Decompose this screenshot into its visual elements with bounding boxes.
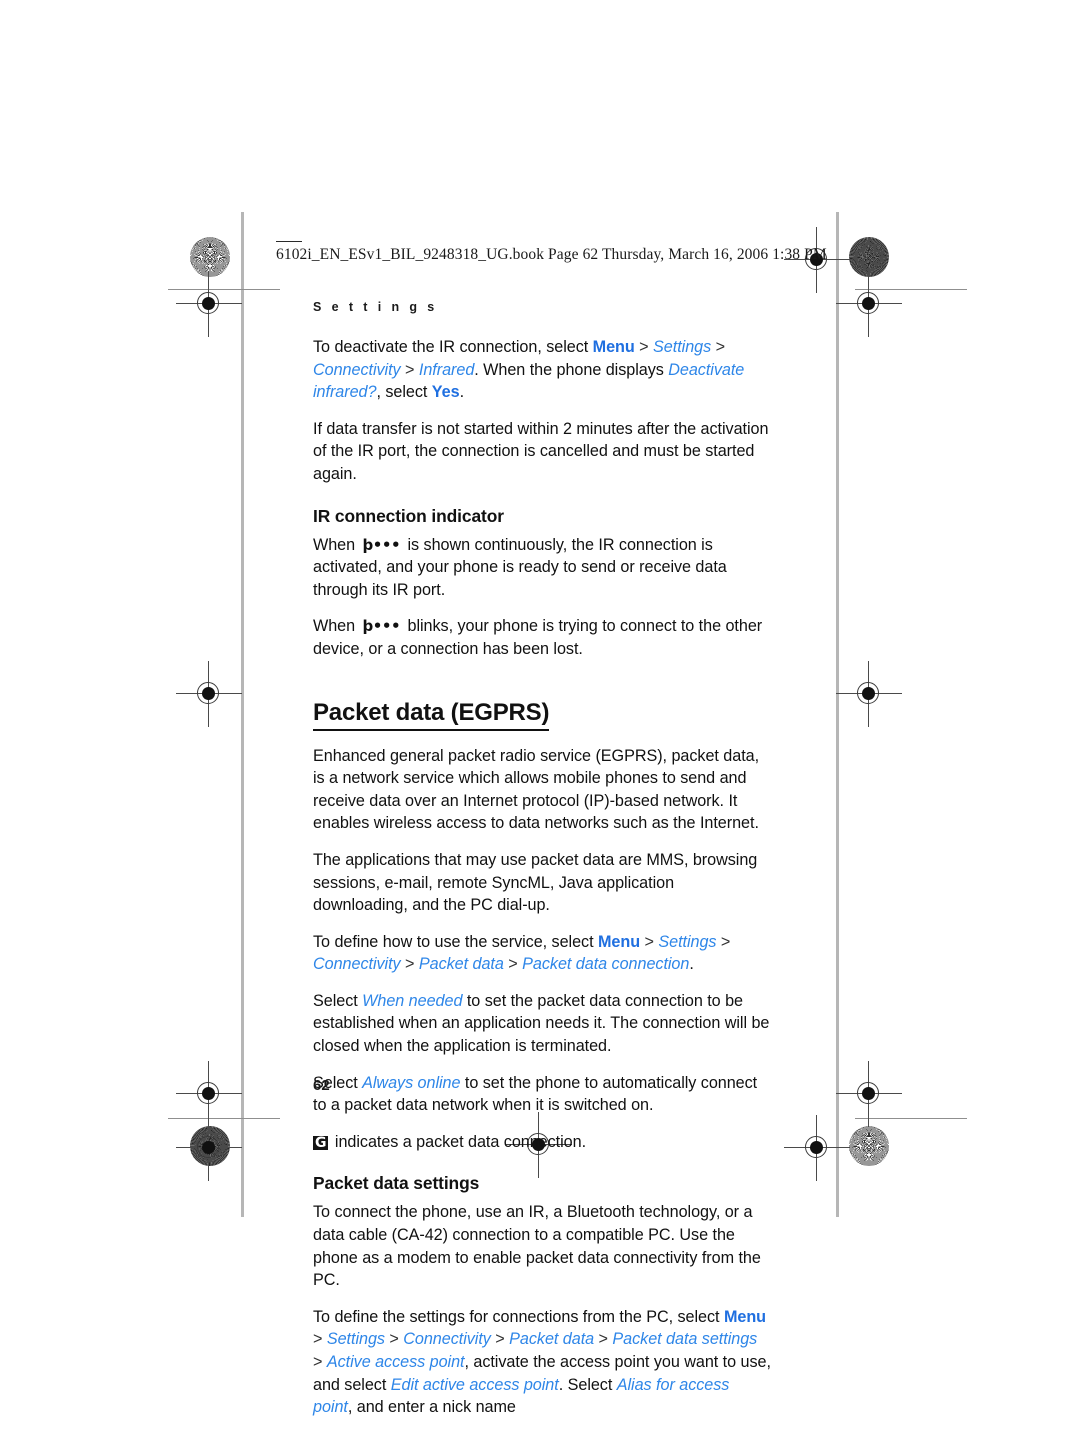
gprs-indicator-icon: G [313, 1134, 329, 1151]
book-file-header: 6102i_EN_ESv1_BIL_9248318_UG.book Page 6… [276, 241, 827, 264]
text-run: indicates a packet data connection. [330, 1132, 587, 1151]
density-patch-top-right [849, 237, 889, 277]
path-separator: > [313, 1330, 327, 1349]
path-separator: > [716, 932, 731, 951]
menu-param-infrared: Infrared [418, 360, 475, 379]
menu-path-link: Menu [598, 932, 641, 951]
paragraph-packet-data-applications: The applications that may use packet dat… [313, 850, 758, 915]
text-run: To define how to use the service, select [313, 932, 598, 951]
text-run: Select [313, 991, 363, 1010]
crop-rule-bottom-left-horizontal [168, 1118, 280, 1119]
menu-param-settings: Settings [326, 1330, 385, 1349]
text-run: . When the phone displays [474, 360, 669, 379]
menu-param-when-needed: When needed [362, 991, 463, 1010]
menu-path-link: Menu [592, 338, 635, 356]
text-run: To deactivate the IR connection, select [313, 338, 593, 356]
running-head: S e t t i n g s [313, 300, 438, 314]
menu-path-link-yes: Yes [431, 383, 460, 402]
crop-rule-left-vertical [241, 212, 244, 1217]
menu-param-settings: Settings [653, 338, 712, 356]
path-separator: > [384, 1330, 404, 1349]
registration-crosshair-bottom-inner-right [784, 1115, 850, 1181]
path-separator: > [313, 1353, 327, 1371]
paragraph-define-pc-connection-settings: To define the settings for connections f… [313, 1306, 771, 1419]
page-number: 62 [313, 1077, 330, 1094]
path-separator: > [594, 1330, 613, 1349]
crop-rule-top-right-horizontal [855, 289, 967, 290]
paragraph-connect-phone-to-pc: To connect the phone, use an IR, a Bluet… [313, 1203, 761, 1290]
paragraph-define-service-usage: To define how to use the service, select… [313, 931, 771, 976]
text-run: , and enter a nick name [347, 1398, 516, 1417]
subheading-packet-data-settings: Packet data settings [313, 1173, 480, 1194]
paragraph-ir-shown-continuously: When þ••• is shown continuously, the IR … [313, 534, 771, 602]
heading-packet-data-egprs: Packet data (EGPRS) [313, 700, 549, 731]
paragraph-deactivate-ir: To deactivate the IR connection, select … [313, 336, 771, 404]
menu-param-edit-active-access-point: Edit active access point [390, 1375, 559, 1394]
chapter-title-wrap: Packet data (EGPRS) [313, 675, 771, 745]
registration-crosshair-mid-right [836, 661, 902, 727]
text-run: , select [376, 383, 432, 402]
registration-crosshair-bottom-inner-left [176, 1115, 242, 1181]
crop-rule-top-left-horizontal [168, 289, 280, 290]
book-file-header-text: 6102i_EN_ESv1_BIL_9248318_UG.book Page 6… [276, 246, 827, 263]
menu-path-link: Menu [723, 1307, 767, 1326]
menu-param-connectivity: Connectivity [403, 1330, 491, 1349]
registration-rosette-bottom-right [849, 1126, 889, 1166]
paragraph-always-online: Select Always online to set the phone to… [313, 1072, 771, 1117]
text-run: . [459, 383, 465, 402]
text-run: . Select [558, 1375, 617, 1394]
menu-param-packet-data: Packet data [509, 1330, 595, 1349]
menu-param-packet-data: Packet data [418, 955, 504, 974]
path-separator: > [400, 955, 419, 974]
text-run: To define the settings for connections f… [313, 1307, 724, 1326]
menu-param-packet-data-connection: Packet data connection [522, 955, 690, 974]
header-tick-mark [276, 241, 302, 242]
path-separator: > [634, 338, 654, 356]
text-run: When [313, 617, 360, 636]
registration-crosshair-top-outer-left [176, 271, 242, 337]
registration-crosshair-top-outer-right [836, 271, 902, 337]
subheading-ir-connection-indicator: IR connection indicator [313, 505, 504, 526]
page-content: S e t t i n g s To deactivate the IR con… [313, 300, 771, 1433]
menu-param-always-online: Always online [362, 1073, 461, 1092]
path-separator: > [490, 1330, 510, 1349]
registration-crosshair-mid-left [176, 661, 242, 727]
crop-rule-bottom-right-horizontal [855, 1118, 967, 1119]
path-separator: > [711, 338, 725, 356]
menu-param-connectivity: Connectivity [313, 955, 401, 974]
paragraph-gprs-indicator: G indicates a packet data connection. [313, 1131, 771, 1154]
text-run: . [689, 955, 694, 974]
text-run: When [313, 535, 360, 554]
paragraph-egprs-description: Enhanced general packet radio service (E… [313, 746, 760, 833]
path-separator: > [503, 955, 523, 974]
menu-param-settings: Settings [658, 932, 717, 951]
paragraph-ir-blinks: When þ••• blinks, your phone is trying t… [313, 615, 771, 660]
registration-rosette-top-left [190, 237, 230, 277]
ir-indicator-icon: þ••• [362, 617, 401, 636]
path-separator: > [640, 932, 659, 951]
crop-rule-right-vertical [836, 212, 839, 1217]
path-separator: > [400, 360, 419, 379]
paragraph-when-needed: Select When needed to set the packet dat… [313, 990, 771, 1058]
ir-indicator-icon: þ••• [362, 535, 401, 554]
density-patch-bottom-left [190, 1126, 230, 1166]
menu-param-connectivity: Connectivity [313, 360, 401, 379]
menu-param-active-access-point: Active access point [326, 1353, 465, 1371]
registration-crosshair-bottom-outer-right [836, 1061, 902, 1127]
registration-crosshair-bottom-outer-left [176, 1061, 242, 1127]
menu-param-packet-data-settings: Packet data settings [612, 1330, 758, 1349]
paragraph-data-transfer-timeout: If data transfer is not started within 2… [313, 419, 769, 483]
